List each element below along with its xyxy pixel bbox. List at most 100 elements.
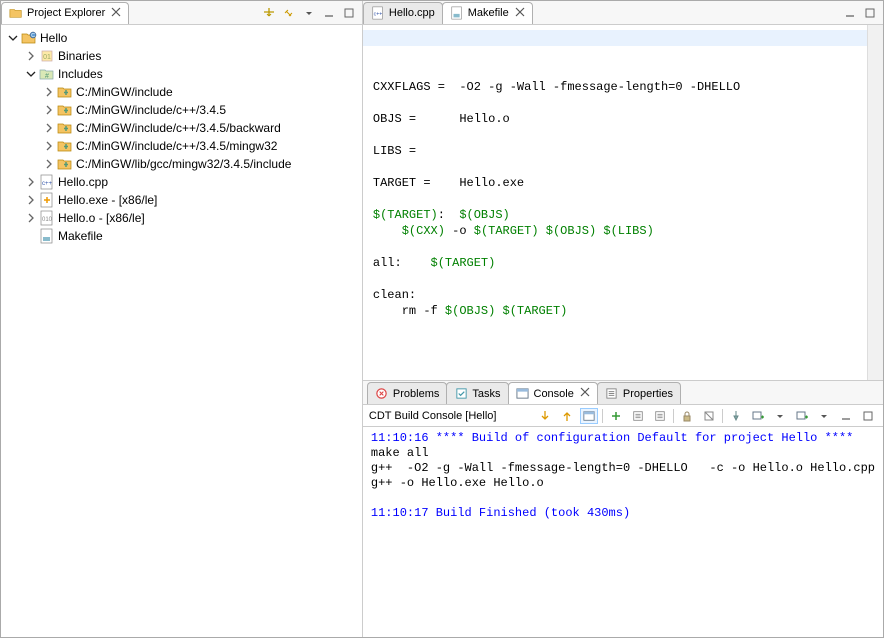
tree-item-label: C:/MinGW/include — [76, 83, 173, 101]
collapse-all-button[interactable] — [260, 5, 278, 21]
exe-icon — [39, 192, 55, 208]
incfld-icon — [57, 156, 73, 172]
tree-item[interactable]: C:/MinGW/include/c++/3.4.5/mingw32 — [7, 137, 362, 155]
copy-button[interactable] — [629, 408, 647, 424]
tree-item-label: Binaries — [58, 47, 101, 65]
expander-icon[interactable] — [25, 68, 37, 80]
proj-icon — [21, 30, 37, 46]
tree-item[interactable]: Hello.cpp — [7, 173, 362, 191]
expander-icon[interactable] — [43, 140, 55, 152]
view-tab-problems[interactable]: Problems — [367, 382, 447, 404]
cpp-icon — [39, 174, 55, 190]
show-console-button[interactable] — [580, 408, 598, 424]
prob-icon — [375, 387, 389, 401]
tree-item[interactable]: C:/MinGW/include — [7, 83, 362, 101]
next-err-button[interactable] — [536, 408, 554, 424]
save-log-button[interactable] — [651, 408, 669, 424]
expander-icon[interactable] — [25, 212, 37, 224]
folder-nav-icon — [9, 6, 23, 20]
console-output[interactable]: 11:10:16 **** Build of configuration Def… — [363, 427, 883, 637]
current-line-highlight — [363, 30, 867, 46]
tree-item[interactable]: C:/MinGW/lib/gcc/mingw32/3.4.5/include — [7, 155, 362, 173]
tree-item[interactable]: Hello.o - [x86/le] — [7, 209, 362, 227]
view-tab-label: Console — [534, 388, 574, 400]
view-tab-label: Tasks — [472, 388, 500, 400]
editor-tab-label: Hello.cpp — [389, 7, 435, 19]
expander-icon[interactable] — [25, 176, 37, 188]
obj-icon — [39, 210, 55, 226]
bottom-minimize-button[interactable] — [837, 408, 855, 424]
view-tab-label: Properties — [623, 388, 673, 400]
menu-dropdown-2[interactable] — [815, 408, 833, 424]
tree-item[interactable]: Binaries — [7, 47, 362, 65]
view-tab-properties[interactable]: Properties — [597, 382, 681, 404]
expander-icon[interactable] — [43, 158, 55, 170]
tree-item-label: C:/MinGW/include/c++/3.4.5/mingw32 — [76, 137, 277, 155]
view-menu-button[interactable] — [300, 5, 318, 21]
expander-icon[interactable] — [43, 122, 55, 134]
expander-icon[interactable] — [25, 230, 37, 242]
clear-button[interactable] — [700, 408, 718, 424]
tree-item-label: Hello.exe - [x86/le] — [58, 191, 157, 209]
maximize-button[interactable] — [340, 5, 358, 21]
tree-item[interactable]: C:/MinGW/include/c++/3.4.5/backward — [7, 119, 362, 137]
prop-icon — [605, 387, 619, 401]
project-explorer-pane: Project Explorer HelloBinariesIncludesC:… — [1, 1, 363, 637]
tree-item[interactable]: Makefile — [7, 227, 362, 245]
expander-icon[interactable] — [7, 32, 19, 44]
tree-item-label: Makefile — [58, 227, 103, 245]
tree-item[interactable]: Hello — [7, 29, 362, 47]
editor-pane: Hello.cpp Makefile CXXFLAGS = -O2 -g -Wal… — [363, 1, 883, 381]
close-icon[interactable] — [111, 7, 121, 20]
console-subtitle: CDT Build Console [Hello] — [369, 410, 497, 422]
expander-icon[interactable] — [25, 50, 37, 62]
tree-item-label: Hello — [40, 29, 67, 47]
close-icon[interactable] — [515, 7, 525, 20]
editor-text-area[interactable]: CXXFLAGS = -O2 -g -Wall -fmessage-length… — [363, 25, 867, 380]
bottom-maximize-button[interactable] — [859, 408, 877, 424]
view-tab-console[interactable]: Console — [508, 382, 598, 404]
bin-icon — [39, 48, 55, 64]
tree-item[interactable]: Hello.exe - [x86/le] — [7, 191, 362, 209]
tree-item-label: C:/MinGW/include/c++/3.4.5/backward — [76, 119, 281, 137]
tree-item[interactable]: C:/MinGW/include/c++/3.4.5 — [7, 101, 362, 119]
explorer-title: Project Explorer — [27, 7, 105, 19]
prev-err-button[interactable] — [558, 408, 576, 424]
view-tab-label: Problems — [393, 388, 439, 400]
tree-item[interactable]: Includes — [7, 65, 362, 83]
tree-item-label: C:/MinGW/include/c++/3.4.5 — [76, 101, 226, 119]
project-explorer-tab[interactable]: Project Explorer — [1, 2, 129, 24]
inc-icon — [39, 66, 55, 82]
editor-tab[interactable]: Makefile — [442, 2, 533, 24]
incfld-icon — [57, 120, 73, 136]
editor-tab[interactable]: Hello.cpp — [363, 2, 443, 24]
bottom-pane: Problems Tasks Console Properties CDT Build… — [363, 381, 883, 637]
open-console-button[interactable] — [793, 408, 811, 424]
scroll-lock-button[interactable] — [678, 408, 696, 424]
cpp-icon — [371, 6, 385, 20]
menu-dropdown[interactable] — [771, 408, 789, 424]
project-tree[interactable]: HelloBinariesIncludesC:/MinGW/includeC:/… — [1, 25, 362, 637]
task-icon — [454, 387, 468, 401]
view-tab-tasks[interactable]: Tasks — [446, 382, 508, 404]
expander-icon[interactable] — [25, 194, 37, 206]
incfld-icon — [57, 84, 73, 100]
link-editor-button[interactable] — [280, 5, 298, 21]
display-console-button[interactable] — [749, 408, 767, 424]
editor-maximize-button[interactable] — [861, 5, 879, 21]
add-button[interactable] — [607, 408, 625, 424]
expander-icon[interactable] — [43, 86, 55, 98]
tree-item-label: Hello.o - [x86/le] — [58, 209, 145, 227]
expander-icon[interactable] — [43, 104, 55, 116]
editor-tab-label: Makefile — [468, 7, 509, 19]
mk-icon — [450, 6, 464, 20]
close-icon[interactable] — [580, 387, 590, 400]
editor-minimize-button[interactable] — [841, 5, 859, 21]
tree-item-label: Hello.cpp — [58, 173, 108, 191]
pin-button[interactable] — [727, 408, 745, 424]
minimize-button[interactable] — [320, 5, 338, 21]
incfld-icon — [57, 138, 73, 154]
editor-scrollbar[interactable] — [867, 25, 883, 380]
tree-item-label: C:/MinGW/lib/gcc/mingw32/3.4.5/include — [76, 155, 291, 173]
cons-icon — [516, 387, 530, 401]
